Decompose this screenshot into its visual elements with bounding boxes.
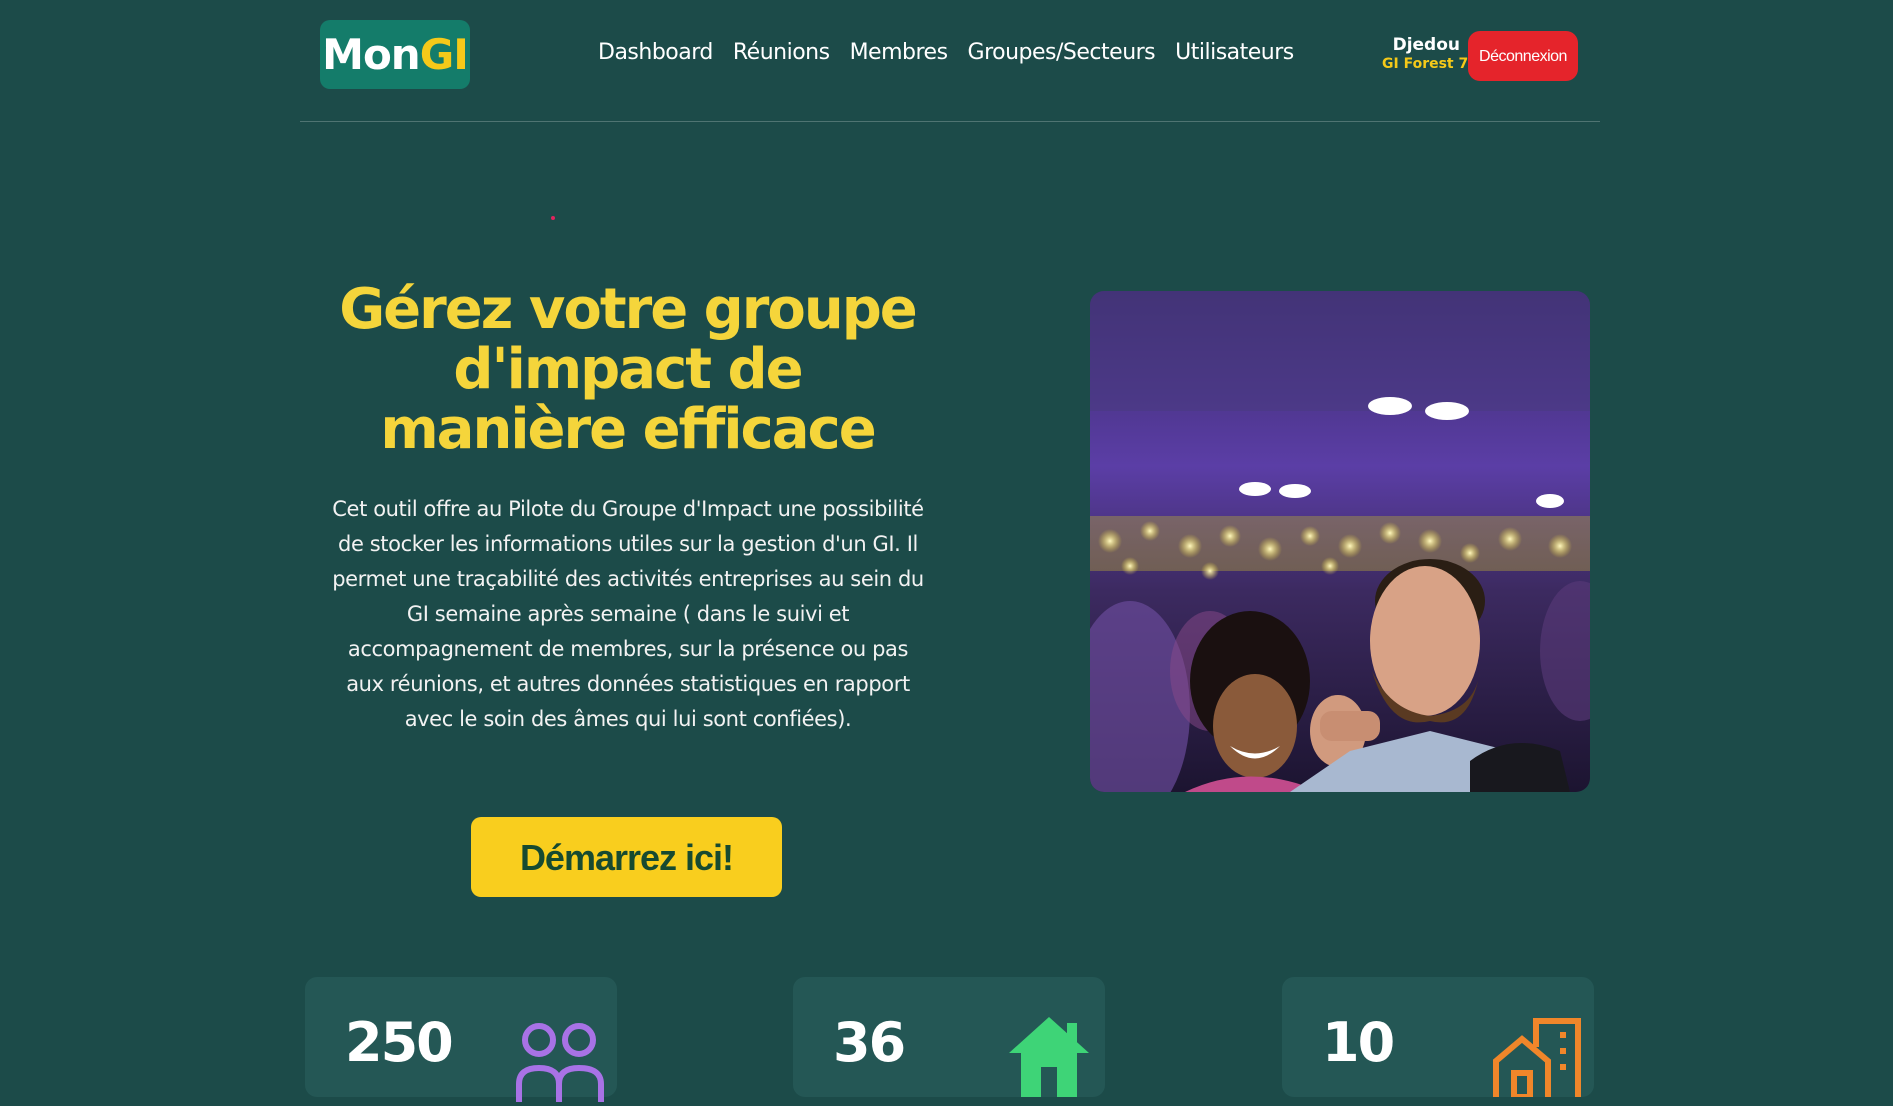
user-name: Djedou xyxy=(1392,35,1460,55)
stat-card-members: 250 xyxy=(305,977,617,1102)
stat-value: 10 xyxy=(1322,1011,1395,1074)
building-icon xyxy=(1492,1017,1582,1101)
users-icon xyxy=(515,1022,605,1106)
hero-title: Gérez votre groupe d'impact de manière e… xyxy=(339,277,918,462)
logo-text-mon: Mon xyxy=(322,30,421,79)
hero-description: Cet outil offre au Pilote du Groupe d'Im… xyxy=(332,497,924,731)
start-button[interactable]: Démarrez ici! xyxy=(471,817,782,897)
nav-reunions[interactable]: Réunions xyxy=(733,40,830,65)
user-info: Djedou GI Forest 7 xyxy=(1382,35,1469,73)
nav-groupes-secteurs[interactable]: Groupes/Secteurs xyxy=(968,40,1156,65)
stat-card-homes: 36 xyxy=(793,977,1105,1097)
stat-value: 250 xyxy=(345,1011,454,1074)
home-icon xyxy=(1009,1017,1089,1101)
nav-dashboard[interactable]: Dashboard xyxy=(598,40,713,65)
main-nav: Dashboard Réunions Membres Groupes/Secte… xyxy=(598,40,1294,65)
hero-photo xyxy=(1090,291,1590,792)
logout-button[interactable]: Déconnexion xyxy=(1468,31,1578,81)
nav-utilisateurs[interactable]: Utilisateurs xyxy=(1175,40,1294,65)
user-group: GI Forest 7 xyxy=(1382,56,1469,72)
stat-card-buildings: 10 xyxy=(1282,977,1594,1100)
nav-membres[interactable]: Membres xyxy=(850,40,948,65)
decorative-dot xyxy=(551,216,555,220)
app-logo[interactable]: MonGI xyxy=(320,20,470,89)
stat-value: 36 xyxy=(833,1011,906,1074)
top-header: MonGI Dashboard Réunions Membres Groupes… xyxy=(300,0,1600,122)
logo-text-gi: GI xyxy=(419,30,469,79)
